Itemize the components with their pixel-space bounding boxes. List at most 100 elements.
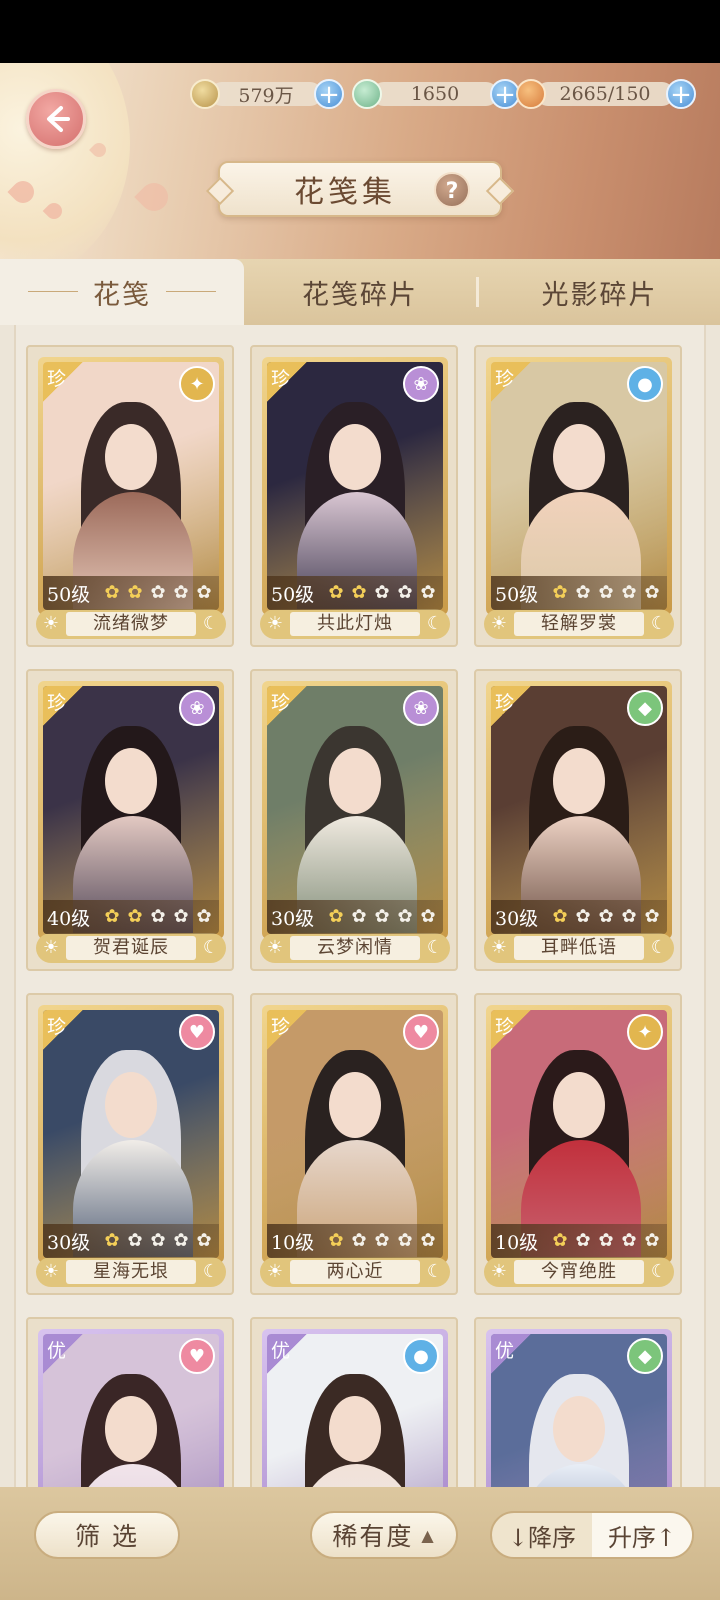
card-6[interactable]: 珍 ◆ 30级 ✿ ✿ ✿ ✿ ✿ ☀ 耳畔低语 ☾ bbox=[474, 669, 682, 971]
filter-button[interactable]: 筛 选 bbox=[34, 1511, 180, 1559]
sort-by-button[interactable]: 稀有度 ▲ bbox=[310, 1511, 458, 1559]
pink-heart-icon: ♥ bbox=[403, 1014, 439, 1050]
card-name-bar: ☀ 今宵绝胜 ☾ bbox=[484, 1257, 674, 1287]
moon-icon: ☾ bbox=[650, 613, 668, 634]
card-artwork: 珍 ❀ 50级 ✿ ✿ ✿ ✿ ✿ bbox=[267, 362, 443, 610]
rarity-badge: 珍 bbox=[43, 1010, 83, 1050]
level-bar: 30级 ✿ ✿ ✿ ✿ ✿ bbox=[491, 900, 667, 934]
artwork-face bbox=[105, 748, 157, 814]
star-filled-icon: ✿ bbox=[328, 1230, 344, 1251]
star-filled-icon: ✿ bbox=[552, 582, 568, 603]
level-bar: 30级 ✿ ✿ ✿ ✿ ✿ bbox=[267, 900, 443, 934]
card-8[interactable]: 珍 ♥ 10级 ✿ ✿ ✿ ✿ ✿ ☀ 两心近 ☾ bbox=[250, 993, 458, 1295]
star-empty-icon: ✿ bbox=[575, 582, 591, 603]
star-rating: ✿ ✿ ✿ ✿ ✿ bbox=[325, 1230, 439, 1252]
star-empty-icon: ✿ bbox=[374, 906, 390, 927]
descending-button[interactable]: ↓降序 bbox=[492, 1513, 592, 1557]
card-10[interactable]: 优 ♥ bbox=[26, 1317, 234, 1487]
star-empty-icon: ✿ bbox=[173, 906, 189, 927]
card-name: 轻解罗裳 bbox=[514, 612, 644, 636]
sun-icon: ☀ bbox=[42, 1261, 60, 1282]
sun-icon: ☀ bbox=[42, 937, 60, 958]
artwork-face bbox=[329, 1396, 381, 1462]
card-artwork: 珍 ♥ 30级 ✿ ✿ ✿ ✿ ✿ bbox=[43, 1010, 219, 1258]
ascending-button[interactable]: 升序↑ bbox=[592, 1513, 692, 1557]
card-name: 云梦闲情 bbox=[290, 936, 420, 960]
sort-by-label: 稀有度 bbox=[332, 1522, 414, 1551]
card-level: 30级 bbox=[47, 1231, 91, 1254]
add-stamina-button[interactable]: + bbox=[666, 79, 696, 109]
card-11[interactable]: 优 ● bbox=[250, 1317, 458, 1487]
star-filled-icon: ✿ bbox=[328, 906, 344, 927]
card-1[interactable]: 珍 ✦ 50级 ✿ ✿ ✿ ✿ ✿ ☀ 流绪微梦 ☾ bbox=[26, 345, 234, 647]
star-filled-icon: ✿ bbox=[104, 582, 120, 603]
rarity-badge: 珍 bbox=[43, 686, 83, 726]
star-empty-icon: ✿ bbox=[150, 582, 166, 603]
star-empty-icon: ✿ bbox=[351, 1230, 367, 1251]
card-artwork: 优 ♥ bbox=[43, 1334, 219, 1487]
coins-value: 579万 bbox=[210, 82, 322, 107]
level-bar: 40级 ✿ ✿ ✿ ✿ ✿ bbox=[43, 900, 219, 934]
help-button[interactable]: ? bbox=[434, 172, 470, 208]
card-level: 30级 bbox=[495, 907, 539, 930]
card-3[interactable]: 珍 ● 50级 ✿ ✿ ✿ ✿ ✿ ☀ 轻解罗裳 ☾ bbox=[474, 345, 682, 647]
header: 579万 + 1650 + 2665/150 + 花笺集 ? bbox=[0, 63, 720, 265]
tab-light-fragments[interactable]: 光影碎片 bbox=[479, 259, 720, 325]
back-button[interactable] bbox=[26, 89, 86, 149]
arrow-left-icon bbox=[47, 106, 70, 132]
star-empty-icon: ✿ bbox=[598, 1230, 614, 1251]
purple-lotus-icon: ❀ bbox=[179, 690, 215, 726]
tab-bar: 花笺 花笺碎片 光影碎片 bbox=[0, 259, 720, 325]
card-5[interactable]: 珍 ❀ 30级 ✿ ✿ ✿ ✿ ✿ ☀ 云梦闲情 ☾ bbox=[250, 669, 458, 971]
artwork-face bbox=[329, 748, 381, 814]
card-grid-inner: 珍 ✦ 50级 ✿ ✿ ✿ ✿ ✿ ☀ 流绪微梦 ☾ 珍 ❀ 50级 ✿ ✿ ✿… bbox=[14, 325, 706, 1487]
star-empty-icon: ✿ bbox=[621, 582, 637, 603]
blue-water-icon: ● bbox=[627, 366, 663, 402]
card-4[interactable]: 珍 ❀ 40级 ✿ ✿ ✿ ✿ ✿ ☀ 贺君诞辰 ☾ bbox=[26, 669, 234, 971]
resource-jade: 1650 + bbox=[352, 79, 520, 109]
star-empty-icon: ✿ bbox=[575, 906, 591, 927]
artwork-face bbox=[553, 1072, 605, 1138]
card-level: 10级 bbox=[271, 1231, 315, 1254]
moon-icon: ☾ bbox=[426, 937, 444, 958]
tab-huajian-fragments[interactable]: 花笺碎片 bbox=[244, 259, 476, 325]
star-empty-icon: ✿ bbox=[127, 1230, 143, 1251]
star-empty-icon: ✿ bbox=[644, 1230, 660, 1251]
card-7[interactable]: 珍 ♥ 30级 ✿ ✿ ✿ ✿ ✿ ☀ 星海无垠 ☾ bbox=[26, 993, 234, 1295]
card-12[interactable]: 优 ◆ bbox=[474, 1317, 682, 1487]
card-name: 星海无垠 bbox=[66, 1260, 196, 1284]
sun-icon: ☀ bbox=[266, 937, 284, 958]
moon-icon: ☾ bbox=[426, 1261, 444, 1282]
card-frame: 珍 ✦ 50级 ✿ ✿ ✿ ✿ ✿ bbox=[38, 357, 224, 615]
rarity-badge: 珍 bbox=[491, 686, 531, 726]
tab-huajian[interactable]: 花笺 bbox=[0, 259, 244, 325]
card-name: 流绪微梦 bbox=[66, 612, 196, 636]
card-frame: 珍 ♥ 10级 ✿ ✿ ✿ ✿ ✿ bbox=[262, 1005, 448, 1263]
sun-icon: ☀ bbox=[490, 937, 508, 958]
card-frame: 优 ♥ bbox=[38, 1329, 224, 1487]
rarity-badge: 优 bbox=[267, 1334, 307, 1374]
card-frame: 珍 ● 50级 ✿ ✿ ✿ ✿ ✿ bbox=[486, 357, 672, 615]
card-name-bar: ☀ 耳畔低语 ☾ bbox=[484, 933, 674, 963]
jade-icon bbox=[352, 79, 382, 109]
artwork-face bbox=[553, 424, 605, 490]
jade-value: 1650 bbox=[372, 82, 498, 106]
gold-bird-icon: ✦ bbox=[179, 366, 215, 402]
star-rating: ✿ ✿ ✿ ✿ ✿ bbox=[325, 582, 439, 604]
pink-heart-icon: ♥ bbox=[179, 1338, 215, 1374]
add-coins-button[interactable]: + bbox=[314, 79, 344, 109]
card-9[interactable]: 珍 ✦ 10级 ✿ ✿ ✿ ✿ ✿ ☀ 今宵绝胜 ☾ bbox=[474, 993, 682, 1295]
card-frame: 珍 ◆ 30级 ✿ ✿ ✿ ✿ ✿ bbox=[486, 681, 672, 939]
sun-icon: ☀ bbox=[266, 613, 284, 634]
level-bar: 10级 ✿ ✿ ✿ ✿ ✿ bbox=[491, 1224, 667, 1258]
artwork-face bbox=[105, 424, 157, 490]
card-artwork: 珍 ✦ 50级 ✿ ✿ ✿ ✿ ✿ bbox=[43, 362, 219, 610]
card-2[interactable]: 珍 ❀ 50级 ✿ ✿ ✿ ✿ ✿ ☀ 共此灯烛 ☾ bbox=[250, 345, 458, 647]
card-frame: 珍 ❀ 40级 ✿ ✿ ✿ ✿ ✿ bbox=[38, 681, 224, 939]
level-bar: 50级 ✿ ✿ ✿ ✿ ✿ bbox=[267, 576, 443, 610]
star-rating: ✿ ✿ ✿ ✿ ✿ bbox=[325, 906, 439, 928]
card-artwork: 珍 ❀ 30级 ✿ ✿ ✿ ✿ ✿ bbox=[267, 686, 443, 934]
star-empty-icon: ✿ bbox=[621, 1230, 637, 1251]
level-bar: 30级 ✿ ✿ ✿ ✿ ✿ bbox=[43, 1224, 219, 1258]
card-level: 50级 bbox=[271, 583, 315, 606]
